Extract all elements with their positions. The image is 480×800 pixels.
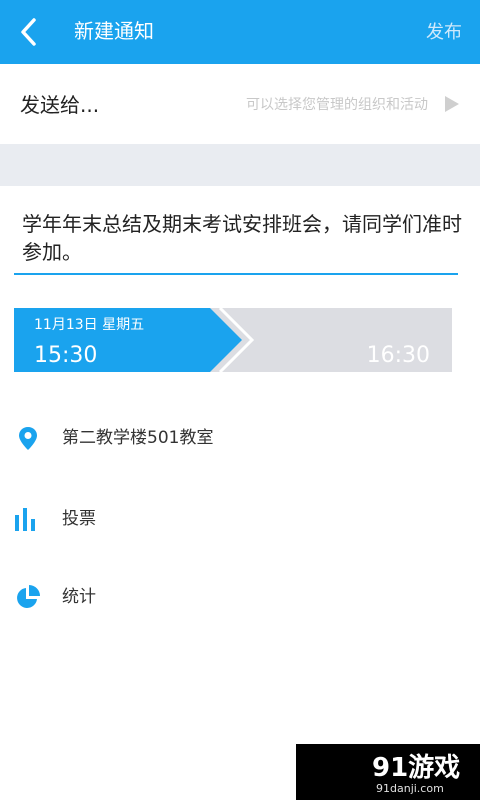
play-arrow-icon — [445, 96, 459, 112]
app-bar: 新建通知 发布 — [0, 0, 480, 64]
send-to-row[interactable]: 发送给... 可以选择您管理的组织和活动 — [0, 64, 480, 144]
message-input-underline — [14, 273, 458, 275]
page-title: 新建通知 — [74, 19, 154, 43]
chevron-left-icon — [21, 18, 36, 46]
send-to-label: 发送给... — [20, 93, 100, 117]
section-divider — [0, 144, 480, 186]
vote-row[interactable]: 投票 — [0, 497, 480, 541]
bar-chart-icon — [15, 508, 35, 531]
statistics-label: 统计 — [62, 587, 96, 607]
back-button[interactable] — [10, 12, 50, 52]
publish-button[interactable]: 发布 — [426, 20, 462, 46]
location-row[interactable]: 第二教学楼501教室 — [0, 416, 480, 460]
send-to-hint: 可以选择您管理的组织和活动 — [246, 97, 428, 113]
location-pin-icon — [19, 427, 37, 450]
svg-text:91游戏: 91游戏 — [372, 753, 460, 783]
watermark-logo: 91游戏 — [372, 753, 460, 783]
statistics-row[interactable]: 统计 — [0, 575, 480, 619]
end-time[interactable]: 16:30 — [367, 343, 430, 369]
pie-chart-icon — [17, 585, 40, 608]
start-time[interactable]: 15:30 — [34, 343, 97, 369]
vote-label: 投票 — [62, 509, 96, 529]
event-date: 11月13日 星期五 — [34, 317, 145, 333]
message-input[interactable]: 学年年末总结及期末考试安排班会，请同学们准时参加。 — [22, 210, 462, 266]
watermark-domain: 91danji.com — [376, 782, 444, 795]
location-label: 第二教学楼501教室 — [62, 428, 214, 448]
